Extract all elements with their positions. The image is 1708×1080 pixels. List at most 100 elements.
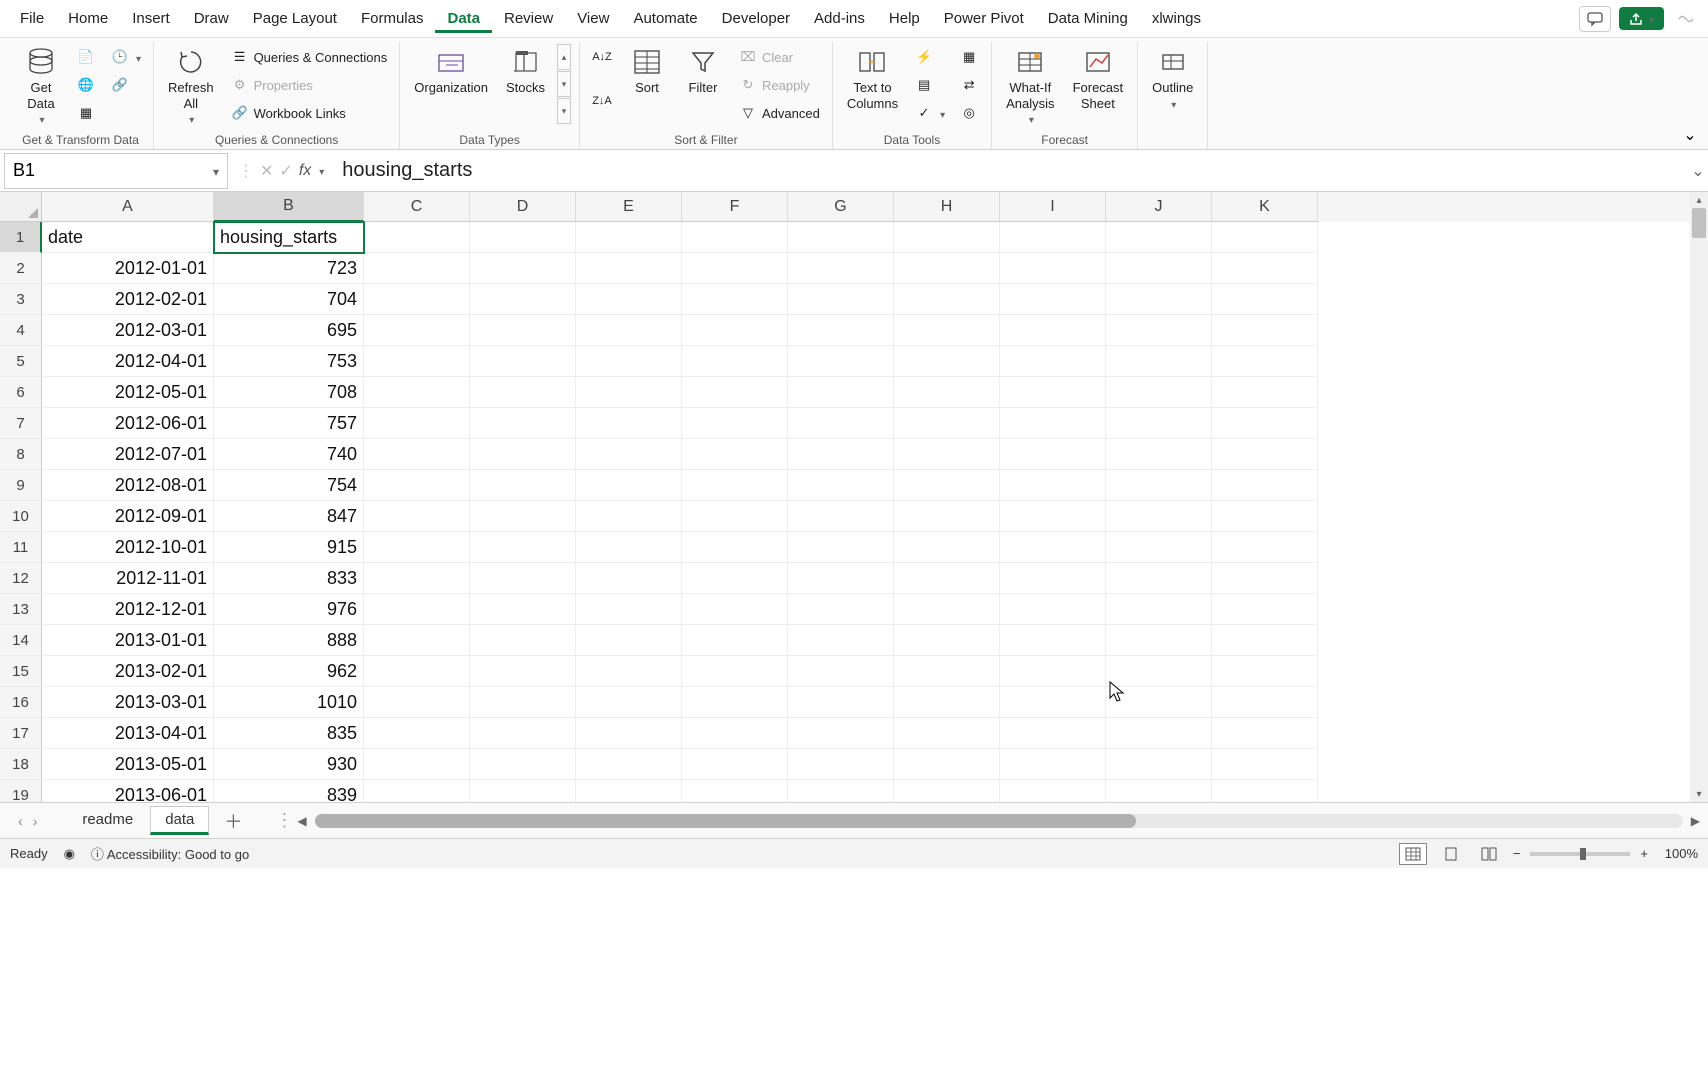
menu-page-layout[interactable]: Page Layout	[241, 4, 349, 33]
cell-A7[interactable]: 2012-06-01	[42, 408, 214, 439]
cell-I3[interactable]	[1000, 284, 1106, 315]
cell-J17[interactable]	[1106, 718, 1212, 749]
cell-K16[interactable]	[1212, 687, 1318, 718]
cell-F5[interactable]	[682, 346, 788, 377]
filter-button[interactable]: Filter	[678, 44, 728, 98]
cell-G5[interactable]	[788, 346, 894, 377]
sheet-tab-data[interactable]: data	[150, 806, 209, 835]
row-header-5[interactable]: 5	[0, 346, 42, 377]
cell-J2[interactable]	[1106, 253, 1212, 284]
cell-E13[interactable]	[576, 594, 682, 625]
cell-G19[interactable]	[788, 780, 894, 802]
cell-K4[interactable]	[1212, 315, 1318, 346]
comments-button[interactable]	[1579, 6, 1611, 32]
cell-F13[interactable]	[682, 594, 788, 625]
cell-A14[interactable]: 2013-01-01	[42, 625, 214, 656]
select-all-corner[interactable]	[0, 192, 42, 222]
sheet-nav-next-button[interactable]: ›	[33, 813, 38, 829]
cell-J11[interactable]	[1106, 532, 1212, 563]
cell-F1[interactable]	[682, 222, 788, 253]
row-header-9[interactable]: 9	[0, 470, 42, 501]
menu-xlwings[interactable]: xlwings	[1140, 4, 1213, 33]
row-header-18[interactable]: 18	[0, 749, 42, 780]
cell-F10[interactable]	[682, 501, 788, 532]
cell-C11[interactable]	[364, 532, 470, 563]
cell-G13[interactable]	[788, 594, 894, 625]
scroll-up-icon[interactable]: ▴	[557, 44, 571, 70]
scroll-left-icon[interactable]: ◀	[297, 814, 306, 828]
cell-H3[interactable]	[894, 284, 1000, 315]
cell-E2[interactable]	[576, 253, 682, 284]
view-page-layout-button[interactable]	[1437, 843, 1465, 865]
cell-H12[interactable]	[894, 563, 1000, 594]
workbook-links-button[interactable]: 🔗Workbook Links	[226, 100, 392, 126]
cell-K17[interactable]	[1212, 718, 1318, 749]
cell-H4[interactable]	[894, 315, 1000, 346]
cell-C1[interactable]	[364, 222, 470, 253]
cell-H6[interactable]	[894, 377, 1000, 408]
cell-C3[interactable]	[364, 284, 470, 315]
cell-G15[interactable]	[788, 656, 894, 687]
scroll-up-icon[interactable]: ▴	[1690, 192, 1708, 208]
cell-C4[interactable]	[364, 315, 470, 346]
cell-E15[interactable]	[576, 656, 682, 687]
cell-D5[interactable]	[470, 346, 576, 377]
zoom-level[interactable]: 100%	[1658, 846, 1698, 861]
cell-D14[interactable]	[470, 625, 576, 656]
cell-B16[interactable]: 1010	[214, 687, 364, 718]
cell-H11[interactable]	[894, 532, 1000, 563]
cell-J16[interactable]	[1106, 687, 1212, 718]
cell-B1[interactable]: housing_starts	[214, 222, 364, 253]
column-header-B[interactable]: B	[214, 192, 364, 222]
cell-A15[interactable]: 2013-02-01	[42, 656, 214, 687]
menu-view[interactable]: View	[565, 4, 621, 33]
cell-G1[interactable]	[788, 222, 894, 253]
cell-B7[interactable]: 757	[214, 408, 364, 439]
mode-switch-button[interactable]	[1672, 6, 1700, 32]
cell-B19[interactable]: 839	[214, 780, 364, 802]
row-header-7[interactable]: 7	[0, 408, 42, 439]
cell-F16[interactable]	[682, 687, 788, 718]
scrollbar-thumb[interactable]	[315, 814, 1136, 828]
cell-G14[interactable]	[788, 625, 894, 656]
cell-J10[interactable]	[1106, 501, 1212, 532]
cell-C18[interactable]	[364, 749, 470, 780]
cell-G6[interactable]	[788, 377, 894, 408]
cell-F19[interactable]	[682, 780, 788, 802]
cell-E12[interactable]	[576, 563, 682, 594]
zoom-out-button[interactable]: −	[1513, 846, 1521, 861]
cell-D16[interactable]	[470, 687, 576, 718]
forecast-sheet-button[interactable]: Forecast Sheet	[1067, 44, 1130, 113]
cell-C19[interactable]	[364, 780, 470, 802]
cell-K15[interactable]	[1212, 656, 1318, 687]
column-header-E[interactable]: E	[576, 192, 682, 222]
cell-C17[interactable]	[364, 718, 470, 749]
cell-A19[interactable]: 2013-06-01	[42, 780, 214, 802]
row-header-12[interactable]: 12	[0, 563, 42, 594]
menu-formulas[interactable]: Formulas	[349, 4, 436, 33]
cell-G3[interactable]	[788, 284, 894, 315]
cell-D6[interactable]	[470, 377, 576, 408]
cell-J6[interactable]	[1106, 377, 1212, 408]
cell-K2[interactable]	[1212, 253, 1318, 284]
column-header-G[interactable]: G	[788, 192, 894, 222]
cell-E5[interactable]	[576, 346, 682, 377]
cell-A8[interactable]: 2012-07-01	[42, 439, 214, 470]
collapse-ribbon-button[interactable]: ⌄	[1680, 125, 1700, 145]
cell-J8[interactable]	[1106, 439, 1212, 470]
cell-C10[interactable]	[364, 501, 470, 532]
cell-G18[interactable]	[788, 749, 894, 780]
cell-C16[interactable]	[364, 687, 470, 718]
cell-D13[interactable]	[470, 594, 576, 625]
cell-E17[interactable]	[576, 718, 682, 749]
cell-E1[interactable]	[576, 222, 682, 253]
cell-K1[interactable]	[1212, 222, 1318, 253]
row-header-17[interactable]: 17	[0, 718, 42, 749]
what-if-analysis-button[interactable]: What-If Analysis	[1000, 44, 1060, 129]
cell-A6[interactable]: 2012-05-01	[42, 377, 214, 408]
row-header-14[interactable]: 14	[0, 625, 42, 656]
cell-J7[interactable]	[1106, 408, 1212, 439]
cell-E9[interactable]	[576, 470, 682, 501]
cell-D2[interactable]	[470, 253, 576, 284]
cell-J4[interactable]	[1106, 315, 1212, 346]
